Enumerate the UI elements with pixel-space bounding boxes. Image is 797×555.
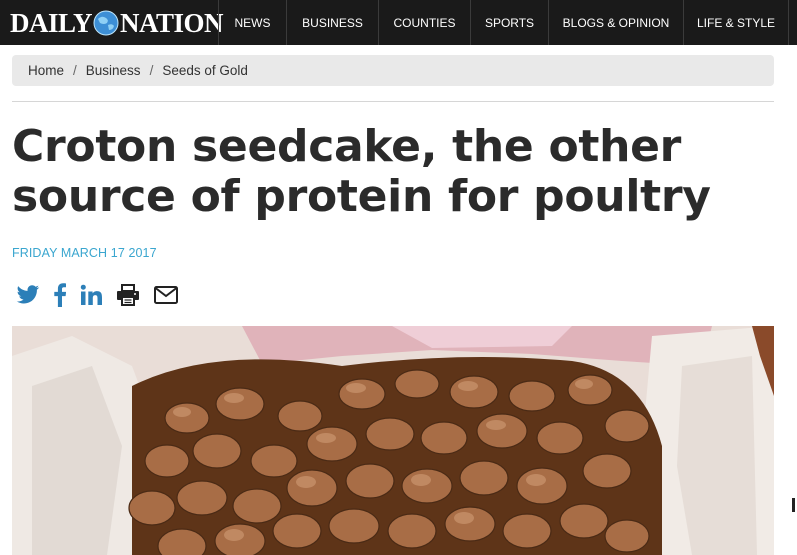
- globe-icon: [93, 10, 119, 36]
- nav-item-news[interactable]: NEWS: [218, 0, 286, 45]
- breadcrumb-business[interactable]: Business: [86, 63, 141, 78]
- croton-seeds-photo: [12, 326, 774, 555]
- nav-item-business[interactable]: BUSINESS: [286, 0, 378, 45]
- breadcrumb: Home / Business / Seeds of Gold: [12, 55, 774, 86]
- nav-item-blogs-opinion[interactable]: BLOGS & OPINION: [548, 0, 683, 45]
- print-icon[interactable]: [116, 284, 140, 306]
- facebook-icon[interactable]: [54, 283, 66, 307]
- breadcrumb-separator: /: [149, 63, 154, 78]
- logo-text-nation: NATION: [120, 7, 224, 38]
- breadcrumb-home[interactable]: Home: [28, 63, 64, 78]
- daily-nation-logo[interactable]: DAILY NATION: [10, 7, 224, 38]
- linkedin-icon[interactable]: [80, 284, 102, 306]
- email-icon[interactable]: [154, 286, 178, 304]
- nav-item-sports[interactable]: SPORTS: [470, 0, 548, 45]
- share-bar: [16, 281, 192, 309]
- logo-text-daily: DAILY: [10, 7, 93, 38]
- twitter-icon[interactable]: [16, 285, 40, 305]
- breadcrumb-seeds-of-gold[interactable]: Seeds of Gold: [162, 63, 248, 78]
- breadcrumb-separator: /: [73, 63, 77, 78]
- scroll-cursor-mark: [792, 498, 795, 512]
- article-headline: Croton seedcake, the other source of pro…: [12, 122, 782, 222]
- headline-line-1: Croton seedcake, the other: [12, 121, 682, 172]
- top-navigation-bar: DAILY NATION NEWS BUSINESS COUNTIES SPOR…: [0, 0, 797, 45]
- main-nav: NEWS BUSINESS COUNTIES SPORTS BLOGS & OP…: [218, 0, 789, 45]
- nav-item-life-style[interactable]: LIFE & STYLE: [683, 0, 789, 45]
- article-hero-image: [12, 326, 774, 555]
- divider: [12, 101, 774, 102]
- publish-date: FRIDAY MARCH 17 2017: [12, 246, 157, 260]
- headline-line-2: source of protein for poultry: [12, 171, 711, 222]
- nav-item-counties[interactable]: COUNTIES: [378, 0, 470, 45]
